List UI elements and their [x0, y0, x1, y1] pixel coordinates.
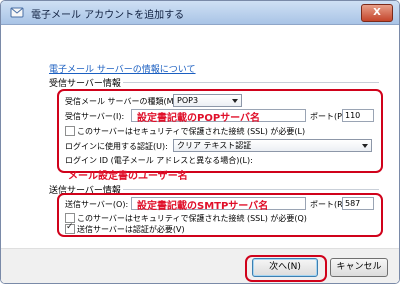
outgoing-server-label: 送信サーバー(O): — [65, 200, 129, 209]
pop-server-annotation: 設定書記載のPOPサーバ名 — [137, 113, 261, 124]
dialog-content: 電子メール サーバーの情報について 受信サーバー情報 受信メール サーバーの種類… — [1, 25, 399, 283]
close-button[interactable]: X — [361, 4, 393, 22]
incoming-section-title: 受信サーバー情報 — [49, 79, 121, 89]
incoming-divider — [123, 82, 379, 83]
cancel-button[interactable]: キャンセル — [330, 258, 388, 277]
logon-id-label: ログイン ID (電子メール アドレスと異なる場合)(L): — [65, 156, 253, 165]
incoming-ssl-checkbox[interactable] — [65, 126, 75, 136]
chevron-down-icon — [362, 144, 368, 148]
add-email-account-dialog: 電子メール アカウントを追加する X ◀ 電子メール サーバーの情報について 受… — [0, 0, 400, 284]
logon-method-value: クリア テキスト認証 — [177, 141, 252, 150]
incoming-type-label: 受信メール サーバーの種類(M): — [65, 97, 180, 106]
window-title: 電子メール アカウントを追加する — [31, 10, 185, 21]
incoming-port-input[interactable]: 110 — [342, 109, 374, 122]
next-button[interactable]: 次へ(N) — [252, 258, 318, 277]
outgoing-port-input[interactable]: 587 — [342, 197, 374, 210]
server-info-link[interactable]: 電子メール サーバーの情報について — [49, 62, 196, 75]
incoming-ssl-label: このサーバーはセキュリティで保護された接続 (SSL) が必要(L) — [77, 127, 306, 136]
outgoing-auth-label: 送信サーバーは認証が必要(V) — [77, 225, 185, 234]
smtp-server-annotation: 設定書記載のSMTPサーバ名 — [137, 201, 269, 212]
incoming-type-select[interactable]: POP3 — [173, 94, 242, 107]
logon-method-select[interactable]: クリア テキスト認証 — [173, 139, 372, 152]
incoming-server-label: 受信サーバー(I): — [65, 112, 125, 121]
logon-method-label: ログインに使用する認証(U): — [65, 142, 168, 151]
outgoing-ssl-label: このサーバーはセキュリティで保護された接続 (SSL) が必要(Q) — [77, 214, 307, 223]
dialog-footer: 次へ(N) キャンセル — [1, 248, 399, 283]
logon-id-annotation: メール設定書のユーザー名 — [68, 171, 188, 182]
chevron-down-icon — [232, 99, 238, 103]
title-bar: 電子メール アカウントを追加する X — [1, 1, 399, 25]
outgoing-auth-checkbox[interactable] — [65, 222, 75, 234]
email-app-icon — [10, 7, 24, 18]
outgoing-divider — [123, 189, 379, 190]
incoming-type-value: POP3 — [177, 96, 199, 105]
